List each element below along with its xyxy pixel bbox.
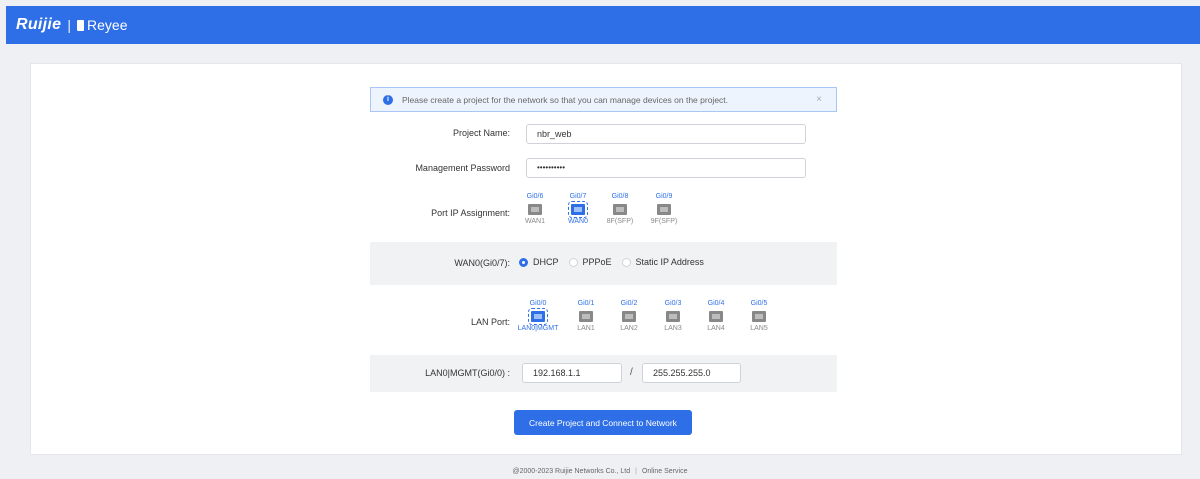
- ethernet-port-icon: [666, 311, 680, 322]
- port-gi0-9[interactable]: Gi0/9 9F(SFP): [650, 193, 678, 225]
- close-icon[interactable]: ×: [816, 94, 822, 105]
- port-gi0-7[interactable]: Gi0/7 WAN0: [564, 193, 592, 225]
- port-gi0-3[interactable]: Gi0/3 LAN3: [659, 300, 687, 332]
- footer: @2000-2023 Ruijie Networks Co., Ltd | Onli…: [0, 468, 1200, 475]
- port-name: Gi0/4: [707, 300, 725, 307]
- port-label: LAN5: [750, 325, 768, 332]
- radio-dot: [519, 257, 528, 267]
- project-name-label: Project Name:: [452, 128, 510, 138]
- password-input[interactable]: ••••••••••: [526, 158, 806, 178]
- port-label: LAN3: [664, 325, 682, 332]
- password-label: Management Password: [415, 163, 510, 173]
- port-gi0-2[interactable]: Gi0/2 LAN2: [615, 300, 643, 332]
- info-alert: i Please create a project for the networ…: [370, 87, 837, 112]
- port-ip-assignment-label: Port IP Assignment:: [431, 208, 510, 218]
- port-label: LAN0|MGMT: [517, 325, 559, 332]
- ethernet-port-icon: [568, 201, 588, 218]
- port-name: Gi0/1: [577, 300, 595, 307]
- reyee-logo-text: Reyee: [87, 17, 128, 33]
- dhcp-radio[interactable]: DHCP: [519, 257, 559, 267]
- ethernet-port-icon: [528, 204, 542, 215]
- alert-text: Please create a project for the network …: [402, 94, 729, 105]
- ethernet-port-icon: [579, 311, 593, 322]
- subnet-mask-input[interactable]: 255.255.255.0: [642, 363, 741, 383]
- ethernet-port-icon: [622, 311, 636, 322]
- ruijie-logo: Ruijie: [16, 16, 62, 33]
- port-name: Gi0/2: [620, 300, 638, 307]
- wan-mode-radio-group: DHCP PPPoE Static IP Address: [519, 257, 714, 267]
- ip-mask-separator: /: [630, 367, 633, 378]
- ethernet-port-icon: [709, 311, 723, 322]
- ethernet-port-icon: [528, 308, 548, 325]
- static-ip-label: Static IP Address: [635, 257, 704, 267]
- project-name-input[interactable]: nbr_web: [526, 124, 806, 144]
- static-ip-radio[interactable]: Static IP Address: [621, 257, 704, 267]
- copyright-text: @2000-2023 Ruijie Networks Co., Ltd: [512, 468, 631, 475]
- port-name: Gi0/5: [750, 300, 768, 307]
- port-name: Gi0/7: [569, 193, 587, 200]
- top-bar: Ruijie | Reyee: [6, 6, 1200, 44]
- create-project-button[interactable]: Create Project and Connect to Network: [514, 410, 692, 435]
- info-icon: i: [383, 94, 393, 105]
- reyee-mark-icon: [77, 19, 85, 31]
- logo-divider: |: [67, 17, 72, 33]
- sfp-port-icon: [657, 204, 671, 215]
- radio-dot: [621, 257, 631, 267]
- port-gi0-8[interactable]: Gi0/8 8F(SFP): [606, 193, 634, 225]
- port-gi0-0[interactable]: Gi0/0 LAN0|MGMT: [518, 300, 559, 332]
- port-label: LAN1: [577, 325, 595, 332]
- port-label: LAN2: [620, 325, 638, 332]
- reyee-logo: Reyee: [77, 17, 127, 33]
- port-label: 9F(SFP): [650, 218, 678, 225]
- lan-ip-label: LAN0|MGMT(Gi0/0) :: [425, 368, 510, 378]
- footer-separator: |: [635, 468, 637, 475]
- port-label: WAN1: [525, 218, 545, 225]
- radio-dot: [568, 257, 578, 267]
- lan-ip-input[interactable]: 192.168.1.1: [522, 363, 622, 383]
- pppoe-label: PPPoE: [582, 257, 612, 267]
- port-name: Gi0/0: [529, 300, 547, 307]
- port-name: Gi0/9: [655, 193, 673, 200]
- port-gi0-1[interactable]: Gi0/1 LAN1: [572, 300, 600, 332]
- port-label: LAN4: [707, 325, 725, 332]
- port-name: Gi0/6: [526, 193, 544, 200]
- port-gi0-6[interactable]: Gi0/6 WAN1: [521, 193, 549, 225]
- port-label: WAN0: [568, 218, 588, 225]
- lan-port-label: LAN Port:: [470, 317, 510, 327]
- online-service-link[interactable]: Online Service: [642, 468, 688, 475]
- port-name: Gi0/8: [611, 193, 629, 200]
- port-gi0-5[interactable]: Gi0/5 LAN5: [745, 300, 773, 332]
- port-gi0-4[interactable]: Gi0/4 LAN4: [702, 300, 730, 332]
- pppoe-radio[interactable]: PPPoE: [568, 257, 612, 267]
- wan-mode-label: WAN0(Gi0/7):: [454, 258, 510, 268]
- port-label: 8F(SFP): [606, 218, 634, 225]
- ethernet-port-icon: [752, 311, 766, 322]
- dhcp-label: DHCP: [533, 257, 559, 267]
- sfp-port-icon: [613, 204, 627, 215]
- port-name: Gi0/3: [664, 300, 682, 307]
